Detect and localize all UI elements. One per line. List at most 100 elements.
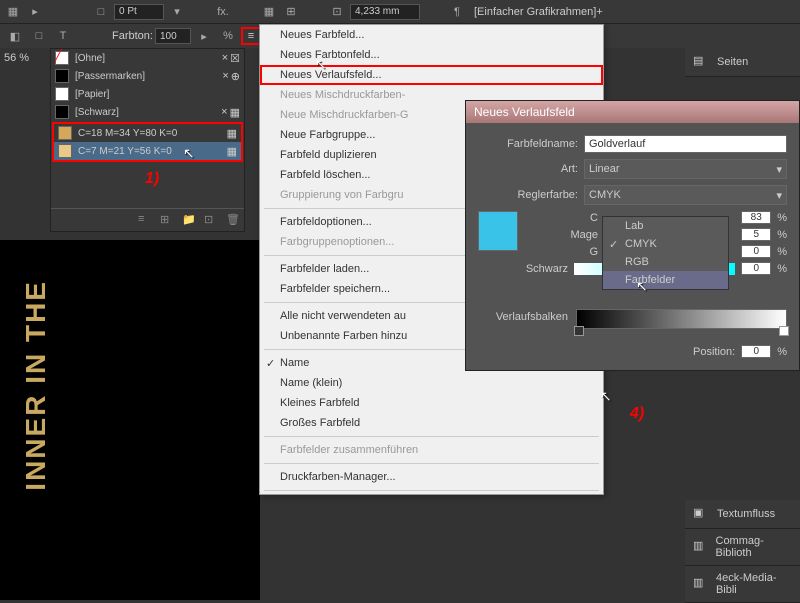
- swatch-chip: [55, 69, 69, 83]
- hamburger-icon: ≡: [248, 30, 254, 42]
- new-icon[interactable]: ⊡: [204, 213, 218, 227]
- farbton-arrow-icon[interactable]: ▸: [193, 26, 215, 46]
- swatch-name: [Papier]: [75, 89, 240, 100]
- panel-tab-textumfluss[interactable]: ▣ Textumfluss: [685, 500, 800, 529]
- chevron-down-icon: ▾: [776, 189, 782, 202]
- menu-new-gradient[interactable]: Neues Verlaufsfeld...: [260, 65, 603, 85]
- yellow-label: G: [528, 246, 598, 258]
- panel-menu-button[interactable]: ≡: [241, 27, 261, 45]
- name-label: Farbfeldname:: [478, 138, 578, 150]
- reglerfarbe-dropdown: Lab CMYK RGB Farbfelder: [602, 216, 729, 290]
- cyan-value[interactable]: [741, 211, 771, 224]
- stroke-icon[interactable]: □: [92, 3, 110, 21]
- magenta-label: Mage: [528, 229, 598, 241]
- gradient-stop-end[interactable]: [779, 326, 789, 336]
- schwarz-value[interactable]: [741, 262, 771, 275]
- text-tool-icon[interactable]: T: [52, 26, 74, 46]
- right-panel-dock: ▤ Seiten: [685, 48, 800, 77]
- panel-tab-commag[interactable]: ▥ Commag-Biblioth: [685, 529, 800, 566]
- position-label: Position:: [693, 346, 735, 358]
- cmyk-icon: ▦: [230, 106, 240, 119]
- swatch-name: [Passermarken]: [75, 71, 216, 82]
- top-toolbar: ▦ ▸ □ ▾ fx. ▦ ⊞ ⊡ ¶ [Einfacher Grafikrah…: [0, 0, 800, 24]
- stroke-weight-input[interactable]: [114, 4, 164, 20]
- swatch-chip: ╱: [55, 51, 69, 65]
- panel-footer: ≡ ⊞ 📁 ⊡ 🗑: [51, 208, 244, 231]
- menu-small-swatch[interactable]: Kleines Farbfeld: [260, 393, 603, 413]
- swatch-chip: [58, 126, 72, 140]
- dropdown-cmyk[interactable]: CMYK: [603, 235, 728, 253]
- arrow-icon[interactable]: ▸: [26, 3, 44, 21]
- swatch-row-registration[interactable]: [Passermarken] ×⊕: [51, 67, 244, 85]
- frame-type-label[interactable]: [Einfacher Grafikrahmen]+: [474, 6, 603, 18]
- percent-label: %: [777, 246, 787, 258]
- swatch-row-paper[interactable]: [Papier]: [51, 85, 244, 103]
- mm-input[interactable]: [350, 4, 420, 20]
- swatch-row-black[interactable]: [Schwarz] ×▦: [51, 103, 244, 121]
- swatch-name: [Schwarz]: [75, 107, 215, 118]
- dialog-title: Neues Verlaufsfeld: [466, 101, 799, 123]
- gradient-ramp[interactable]: [576, 309, 787, 329]
- yellow-value[interactable]: [741, 245, 771, 258]
- position-value[interactable]: [741, 345, 771, 358]
- pages-icon: ▤: [693, 54, 709, 70]
- align-icon[interactable]: ▦: [260, 3, 278, 21]
- dropdown-farbfelder[interactable]: Farbfelder: [603, 271, 728, 289]
- menu-ink-manager[interactable]: Druckfarben-Manager...: [260, 467, 603, 487]
- swatch-chip: [55, 87, 69, 101]
- fill-tool-icon[interactable]: ◧: [4, 26, 26, 46]
- percent-label: %: [777, 346, 787, 358]
- menu-separator: [264, 463, 599, 464]
- art-select[interactable]: Linear ▾: [584, 159, 787, 179]
- gradient-name-input[interactable]: [584, 135, 787, 153]
- farbton-label: Farbton:: [112, 30, 153, 42]
- swatch-name: [Ohne]: [75, 53, 216, 64]
- menu-new-tint[interactable]: Neues Farbtonfeld...: [260, 45, 603, 65]
- view-icon[interactable]: ⊞: [160, 213, 174, 227]
- dropdown-icon[interactable]: ▾: [168, 3, 186, 21]
- lock-icon: ×: [221, 106, 227, 119]
- reglerfarbe-select[interactable]: CMYK ▾: [584, 185, 787, 205]
- panel-tab-4eck[interactable]: ▥ 4eck-Media-Bibli: [685, 566, 800, 603]
- stroke-tool-icon[interactable]: □: [28, 26, 50, 46]
- frame-icon[interactable]: ⊡: [328, 3, 346, 21]
- cmyk-icon: ▦: [227, 145, 237, 158]
- doc-icon[interactable]: ▦: [4, 3, 22, 21]
- percent-label: %: [777, 212, 787, 224]
- swatch-name: C=18 M=34 Y=80 K=0: [78, 128, 221, 139]
- color-preview: [478, 211, 518, 251]
- reg-icon: ⊕: [231, 70, 240, 83]
- swatch-chip: [58, 144, 72, 158]
- dropdown-rgb[interactable]: RGB: [603, 253, 728, 271]
- annotation-4: 4): [630, 405, 644, 423]
- percent-label: %: [777, 229, 787, 241]
- canvas-text: INNER IN THE: [20, 280, 52, 491]
- para-icon[interactable]: ¶: [448, 3, 466, 21]
- panel-tab-seiten[interactable]: ▤ Seiten: [685, 48, 800, 77]
- magenta-value[interactable]: [741, 228, 771, 241]
- fx-icon[interactable]: fx.: [214, 3, 232, 21]
- folder-icon[interactable]: 📁: [182, 213, 196, 227]
- textwrap-icon: ▣: [693, 506, 709, 522]
- swatch-row-gold2[interactable]: C=7 M=21 Y=56 K=0 ▦: [54, 142, 241, 160]
- chevron-down-icon: ▾: [776, 163, 782, 176]
- reglerfarbe-label: Reglerfarbe:: [478, 189, 578, 201]
- farbton-input[interactable]: [155, 28, 191, 44]
- swatch-chip: [55, 105, 69, 119]
- schwarz-label: Schwarz: [478, 263, 568, 275]
- dropdown-lab[interactable]: Lab: [603, 217, 728, 235]
- grid-icon[interactable]: ⊞: [282, 3, 300, 21]
- menu-separator: [264, 436, 599, 437]
- trash-icon[interactable]: 🗑: [226, 213, 240, 227]
- list-icon[interactable]: ≡: [138, 213, 152, 227]
- menu-new-swatch[interactable]: Neues Farbfeld...: [260, 25, 603, 45]
- gradient-stop-start[interactable]: [574, 326, 584, 336]
- menu-merge: Farbfelder zusammenführen: [260, 440, 603, 460]
- swatch-row-gold1[interactable]: C=18 M=34 Y=80 K=0 ▦: [54, 124, 241, 142]
- menu-large-swatch[interactable]: Großes Farbfeld: [260, 413, 603, 433]
- swatch-row-none[interactable]: ╱ [Ohne] ×☒: [51, 49, 244, 67]
- library-icon: ▥: [693, 576, 708, 592]
- swatch-name: C=7 M=21 Y=56 K=0: [78, 146, 221, 157]
- menu-name-small[interactable]: Name (klein): [260, 373, 603, 393]
- lock-icon: ×: [222, 52, 228, 65]
